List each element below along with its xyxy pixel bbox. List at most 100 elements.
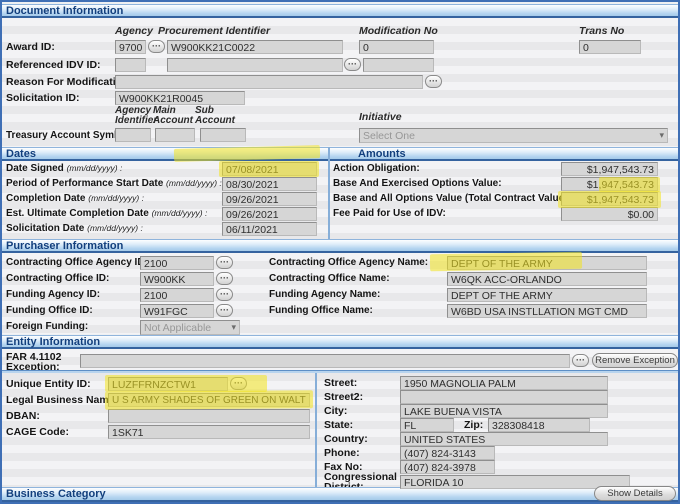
fax-no-field: (407) 824-3978 <box>400 460 495 474</box>
country-label: Country: <box>324 433 368 445</box>
contract-document-form: Document Information Agency Procurement … <box>0 0 680 504</box>
solicitation-date-field[interactable]: 06/11/2021 <box>222 222 317 236</box>
city-label: City: <box>324 405 347 417</box>
city-field: LAKE BUENA VISTA <box>400 404 608 418</box>
referenced-idv-agency-field[interactable] <box>115 58 146 72</box>
entity-columns-divider <box>315 373 317 487</box>
completion-date-field[interactable]: 09/26/2021 <box>222 192 317 206</box>
phone-field: (407) 824-3143 <box>400 446 495 460</box>
country-field: UNITED STATES <box>400 432 608 446</box>
ellipsis-icon: ··· <box>220 289 229 299</box>
chevron-down-icon: ▾ <box>231 322 236 333</box>
funding-agency-name-field: DEPT OF THE ARMY <box>447 288 647 302</box>
congressional-district-field: FLORIDA 10 <box>400 475 630 489</box>
pop-start-date-field[interactable]: 08/30/2021 <box>222 177 317 191</box>
funding-office-name-label: Funding Office Name: <box>269 305 373 316</box>
initiative-value: Select One <box>363 130 415 142</box>
column-header-procurement-identifier: Procurement Identifier <box>158 25 270 37</box>
section-title: Entity Information <box>6 336 100 348</box>
dban-field <box>108 409 310 423</box>
initiative-dropdown[interactable]: Select One ▾ <box>359 128 668 143</box>
award-agency-lookup-button[interactable]: ··· <box>148 40 165 53</box>
section-header-purchaser-information: Purchaser Information <box>2 239 678 253</box>
contracting-office-id-lookup-button[interactable]: ··· <box>216 272 233 285</box>
unique-entity-id-lookup-button[interactable]: ··· <box>230 377 247 390</box>
referenced-idv-id-label: Referenced IDV ID: <box>6 59 101 71</box>
state-label: State: <box>324 419 353 431</box>
funding-office-id-field[interactable]: W91FGC <box>140 304 214 318</box>
zip-label: Zip: <box>464 419 483 431</box>
funding-office-name-field: W6BD USA INSTLLATION MGT CMD <box>447 304 647 318</box>
base-exercised-options-label: Base And Exercised Options Value: <box>333 178 502 189</box>
column-header-agency: Agency <box>115 25 153 37</box>
fee-paid-idv-label: Fee Paid for Use of IDV: <box>333 208 446 219</box>
contracting-office-agency-id-lookup-button[interactable]: ··· <box>216 256 233 269</box>
legal-business-name-label: Legal Business Name: <box>6 394 118 406</box>
funding-agency-name-label: Funding Agency Name: <box>269 289 380 300</box>
funding-agency-id-lookup-button[interactable]: ··· <box>216 288 233 301</box>
tas-agency-identifier-field[interactable] <box>115 128 151 142</box>
reason-for-modification-field[interactable] <box>115 75 423 89</box>
tas-main-account-field[interactable] <box>155 128 195 142</box>
ellipsis-icon: ··· <box>576 355 585 365</box>
section-title: Business Category <box>6 488 106 500</box>
street-field: 1950 MAGNOLIA PALM <box>400 376 608 390</box>
contracting-office-id-field[interactable]: W900KK <box>140 272 214 286</box>
cage-code-label: CAGE Code: <box>6 426 69 438</box>
unique-entity-id-label: Unique Entity ID: <box>6 378 91 390</box>
date-signed-field[interactable]: 07/08/2021 <box>222 162 317 176</box>
contracting-office-name-field: W6QK ACC-ORLANDO <box>447 272 647 286</box>
solicitation-id-field[interactable]: W900KK21R0045 <box>115 91 245 105</box>
reason-for-modification-label: Reason For Modification: <box>6 76 132 88</box>
foreign-funding-value: Not Applicable <box>144 322 211 334</box>
tas-sub-account-field[interactable] <box>200 128 246 142</box>
column-header-modification-no: Modification No <box>359 25 438 37</box>
funding-office-id-lookup-button[interactable]: ··· <box>216 304 233 317</box>
zip-field: 328308418 <box>488 418 590 432</box>
unique-entity-id-field[interactable]: LUZFFRNZCTW1 <box>108 377 228 391</box>
section-title-amounts: Amounts <box>358 148 406 161</box>
show-details-button[interactable]: Show Details <box>594 486 676 501</box>
referenced-idv-procurement-identifier-field[interactable] <box>167 58 343 72</box>
ellipsis-icon: ··· <box>234 378 243 388</box>
award-id-agency-field[interactable]: 9700 <box>115 40 146 54</box>
column-header-main-account: Main Account <box>153 106 191 126</box>
section-title: Document Information <box>6 5 123 17</box>
contracting-office-agency-name-label: Contracting Office Agency Name: <box>269 257 428 268</box>
remove-exception-button[interactable]: Remove Exception <box>592 353 678 368</box>
ellipsis-icon: ··· <box>220 273 229 283</box>
phone-label: Phone: <box>324 447 360 459</box>
solicitation-date-label: Solicitation Date (mm/dd/yyyy) : <box>6 223 143 234</box>
ellipsis-icon: ··· <box>152 41 161 51</box>
section-title: Dates <box>6 148 36 160</box>
funding-agency-id-field[interactable]: 2100 <box>140 288 214 302</box>
ellipsis-icon: ··· <box>429 76 438 86</box>
state-field: FL <box>400 418 454 432</box>
section-header-dates: Dates Amounts <box>2 147 678 161</box>
reason-for-modification-lookup-button[interactable]: ··· <box>425 75 442 88</box>
foreign-funding-dropdown[interactable]: Not Applicable ▾ <box>140 320 240 335</box>
referenced-idv-lookup-button[interactable]: ··· <box>344 58 361 71</box>
solicitation-id-label: Solicitation ID: <box>6 92 80 104</box>
ellipsis-icon: ··· <box>220 257 229 267</box>
contracting-office-agency-id-field[interactable]: 2100 <box>140 256 214 270</box>
section-header-document-information: Document Information <box>2 4 678 18</box>
award-procurement-identifier-field[interactable]: W900KK21C0022 <box>167 40 343 54</box>
action-obligation-field: $1,947,543.73 <box>561 162 658 176</box>
street2-label: Street2: <box>324 391 363 403</box>
far-exception-lookup-button[interactable]: ··· <box>572 354 589 367</box>
street-label: Street: <box>324 377 357 389</box>
column-header-trans-no: Trans No <box>579 25 624 37</box>
referenced-idv-modification-no-field[interactable] <box>363 58 434 72</box>
award-modification-no-field[interactable]: 0 <box>359 40 434 54</box>
contracting-office-id-label: Contracting Office ID: <box>6 273 109 284</box>
completion-date-label: Completion Date (mm/dd/yyyy) : <box>6 193 144 204</box>
far-exception-field[interactable] <box>80 354 570 368</box>
est-ultimate-completion-date-field[interactable]: 09/26/2021 <box>222 207 317 221</box>
legal-business-name-field: U S ARMY SHADES OF GREEN ON WALT DIS <box>108 393 310 407</box>
contracting-office-name-label: Contracting Office Name: <box>269 273 390 284</box>
dates-amounts-divider <box>328 147 330 239</box>
treasury-account-symbol-label: Treasury Account Symbol: <box>6 130 132 141</box>
funding-agency-id-label: Funding Agency ID: <box>6 289 100 300</box>
award-trans-no-field[interactable]: 0 <box>579 40 641 54</box>
